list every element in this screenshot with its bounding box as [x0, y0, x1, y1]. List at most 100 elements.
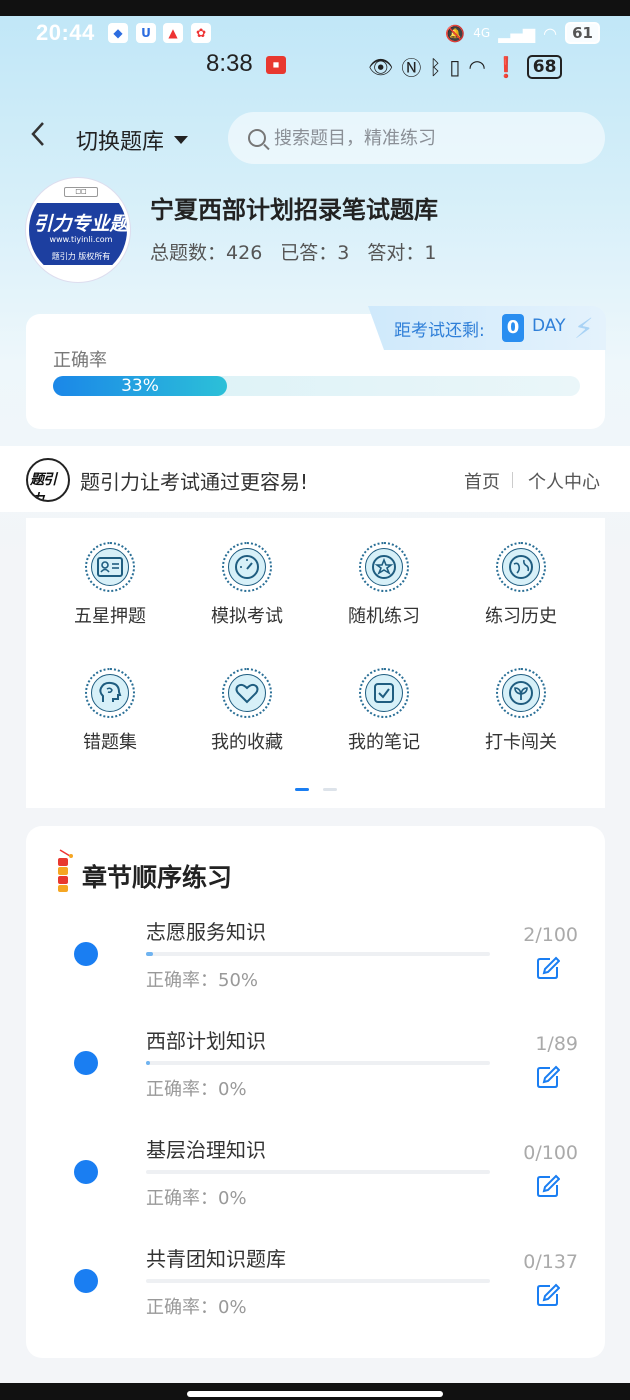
- menu-wrong-questions[interactable]: 错题集: [50, 668, 170, 754]
- menu-label: 我的笔记: [348, 732, 420, 753]
- logo-text: 引力专业题: [33, 213, 129, 235]
- logo-badge: □□: [64, 187, 98, 197]
- menu-five-star[interactable]: 五星押题: [50, 542, 170, 628]
- vibrate-icon: ▯: [449, 54, 461, 79]
- inner-status-time: 8:38: [206, 50, 253, 77]
- sprout-icon: [509, 681, 533, 705]
- lightning-icon: ⚡: [574, 312, 594, 345]
- page-indicator[interactable]: [323, 788, 337, 791]
- brand-logo: 题引力: [26, 458, 70, 502]
- chapter-count: 2/100: [523, 924, 578, 946]
- exam-countdown: 距考试还剩: 0 DAY ⚡: [368, 306, 606, 350]
- menu-label: 随机练习: [348, 606, 420, 627]
- signal-icon: ▂▄▆: [498, 23, 536, 43]
- chapter-accuracy: 正确率：50%: [146, 970, 259, 991]
- chapter-progress-bar: [146, 952, 490, 956]
- menu-random-practice[interactable]: 随机练习: [324, 542, 444, 628]
- chapter-progress-fill: [146, 952, 153, 956]
- mute-icon: 🔕: [445, 23, 466, 43]
- switch-bank-label: 切换题库: [76, 130, 165, 155]
- battery-indicator: 68: [526, 54, 563, 79]
- home-indicator[interactable]: [187, 1391, 443, 1397]
- countdown-unit: DAY: [532, 316, 566, 336]
- stat-correct: 答对：1: [367, 242, 437, 264]
- chapter-count: 0/137: [523, 1251, 578, 1273]
- chapter-progress-fill: [146, 1061, 150, 1065]
- countdown-label: 距考试还剩:: [394, 321, 485, 341]
- app-notification-icon: ◼: [266, 56, 286, 74]
- slogan-text: 题引力让考试通过更容易!: [80, 470, 309, 494]
- search-input[interactable]: [274, 127, 574, 149]
- chapter-name: 西部计划知识: [146, 1029, 266, 1053]
- alert-icon: ❗: [493, 54, 519, 79]
- chapter-accuracy: 正确率：0%: [146, 1297, 247, 1318]
- chapter-bullet: [74, 1269, 98, 1293]
- countdown-days: 0: [502, 314, 524, 342]
- menu-label: 五星押题: [74, 606, 146, 627]
- search-icon: [248, 129, 266, 147]
- chapter-name: 共青团知识题库: [146, 1247, 286, 1271]
- nav-home-link[interactable]: 首页: [464, 468, 500, 494]
- slogan-bar: 题引力 题引力让考试通过更容易! 首页 个人中心: [0, 446, 630, 512]
- menu-label: 我的收藏: [211, 732, 283, 753]
- search-bar[interactable]: [228, 112, 605, 164]
- device-top-edge: [0, 0, 630, 16]
- menu-checkin[interactable]: 打卡闯关: [461, 668, 581, 754]
- chapter-count: 1/89: [535, 1033, 578, 1055]
- bluetooth-icon: ᛒ: [429, 54, 442, 79]
- chapter-progress-bar: [146, 1170, 490, 1174]
- chapter-accuracy: 正确率：0%: [146, 1188, 247, 1209]
- stat-answered: 已答：3: [280, 242, 350, 264]
- chapter-name: 基层治理知识: [146, 1138, 266, 1162]
- menu-practice-history[interactable]: 练习历史: [461, 542, 581, 628]
- firecracker-icon: [58, 849, 73, 892]
- switch-bank-dropdown[interactable]: 切换题库: [76, 124, 189, 156]
- chapter-bullet: [74, 1051, 98, 1075]
- menu-label: 模拟考试: [211, 606, 283, 627]
- nfc-icon: Ⓝ: [401, 56, 422, 80]
- bank-stats: 总题数：426 已答：3 答对：1: [150, 238, 437, 265]
- app-notification-icon: ✿: [191, 23, 211, 43]
- note-check-icon: [374, 683, 394, 703]
- menu-label: 练习历史: [485, 606, 557, 627]
- app-notification-icon: ▲: [163, 23, 183, 43]
- edit-icon[interactable]: [536, 1065, 560, 1089]
- logo-copyright: 题引力 版权所有: [51, 252, 111, 261]
- network-type: 4G: [473, 26, 491, 40]
- back-button[interactable]: [30, 120, 46, 156]
- random-star-icon: [372, 555, 396, 579]
- edit-icon[interactable]: [536, 1283, 560, 1307]
- wifi-icon: ◠: [543, 23, 558, 43]
- menu-notes[interactable]: 我的笔记: [324, 668, 444, 754]
- stat-total: 总题数：426: [150, 242, 263, 264]
- status-time: 20:44: [36, 20, 95, 45]
- menu-favorites[interactable]: 我的收藏: [187, 668, 307, 754]
- heart-icon: [235, 683, 259, 704]
- chapter-bullet: [74, 1160, 98, 1184]
- eye-icon: 👁: [368, 54, 394, 79]
- menu-label: 打卡闯关: [485, 732, 557, 753]
- nav-user-center-link[interactable]: 个人中心: [528, 468, 600, 494]
- menu-label: 错题集: [83, 732, 137, 753]
- app-notification-icon: ◆: [108, 23, 128, 43]
- chapter-progress-bar: [146, 1061, 490, 1065]
- wifi-icon: ◠: [468, 54, 486, 79]
- globe-icon: [509, 555, 533, 579]
- head-icon: [99, 681, 122, 702]
- gauge-icon: [235, 555, 259, 579]
- chapter-name: 志愿服务知识: [146, 920, 266, 944]
- page-indicator-active: [295, 788, 309, 791]
- app-notification-icon: U: [136, 23, 156, 43]
- chapter-count: 0/100: [523, 1142, 578, 1164]
- caret-down-icon: [174, 136, 189, 144]
- nav-divider: [512, 472, 513, 488]
- chapter-bullet: [74, 942, 98, 966]
- menu-mock-exam[interactable]: 模拟考试: [187, 542, 307, 628]
- inner-status-bar: 8:38 ◼ 👁 Ⓝ ᛒ ▯ ◠ ❗ 68: [0, 48, 630, 80]
- battery-indicator: 61: [565, 22, 600, 44]
- edit-icon[interactable]: [536, 956, 560, 980]
- accuracy-percent: 33%: [121, 376, 159, 396]
- edit-icon[interactable]: [536, 1174, 560, 1198]
- id-card-icon: [97, 557, 123, 577]
- system-status-bar: 20:44 ◆ U ▲ ✿ 🔕 4G ▂▄▆ ◠ 61: [0, 18, 630, 52]
